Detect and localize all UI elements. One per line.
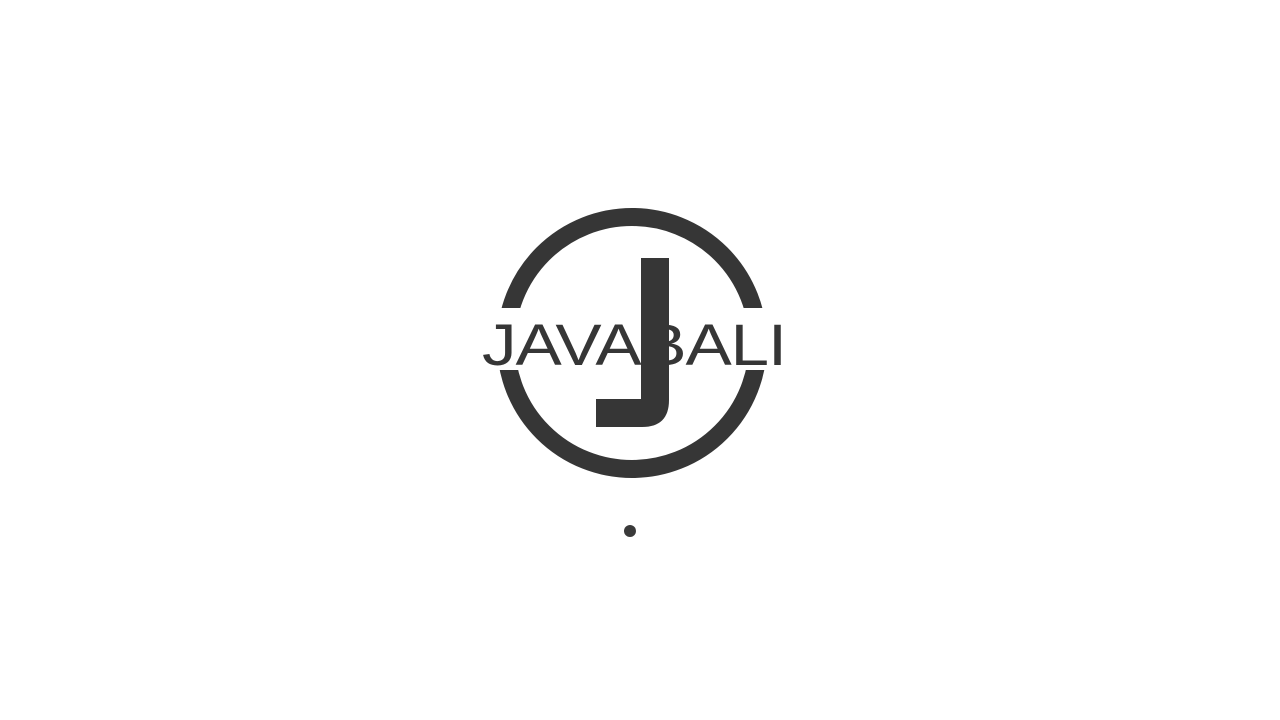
logo-graphic: JAVABALI	[474, 208, 794, 478]
splash-screen: JAVABALI	[0, 0, 1280, 720]
loading-dot-icon	[624, 525, 636, 537]
javabali-logo: JAVABALI	[474, 200, 794, 485]
logo-wordmark: JAVABALI	[482, 313, 786, 378]
logo-j-hook	[596, 370, 669, 427]
